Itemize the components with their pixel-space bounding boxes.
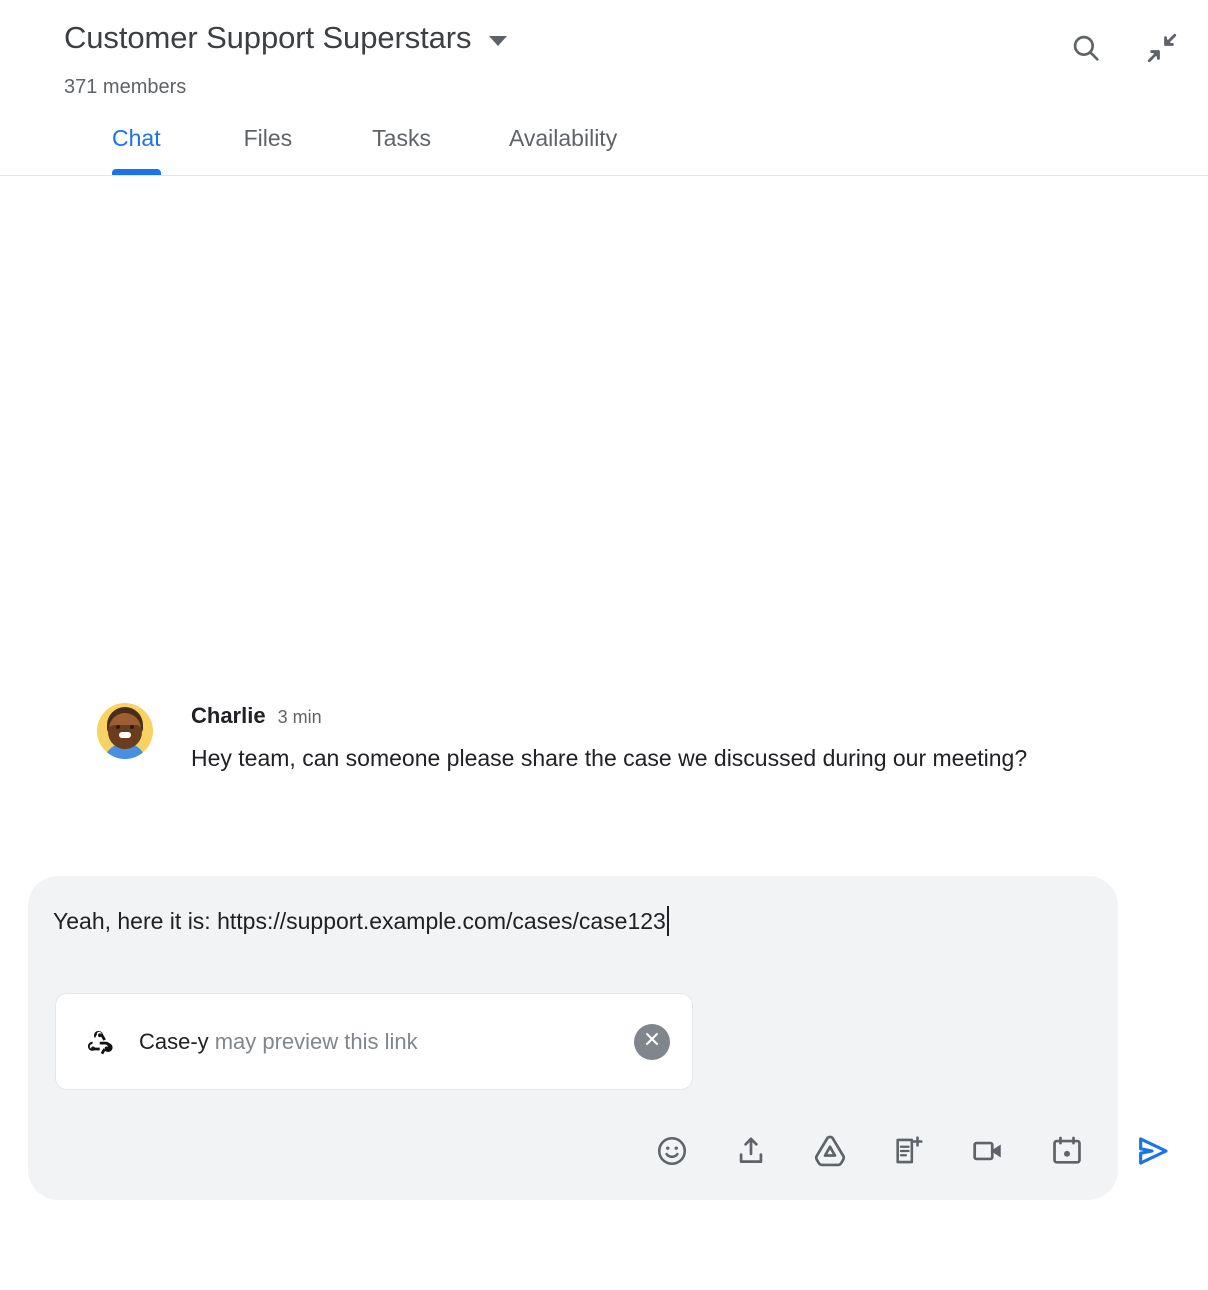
tab-tasks-label: Tasks [372, 125, 431, 151]
message-meta: Charlie 3 min [191, 703, 1097, 729]
webhook-icon [84, 1026, 116, 1058]
message-timestamp: 3 min [277, 707, 322, 727]
message-text: Hey team, can someone please share the c… [191, 745, 1028, 771]
compose-toolbar [0, 1124, 1208, 1182]
link-preview-app-name: Case-y [139, 1028, 209, 1054]
member-count: 371 members [64, 76, 187, 98]
calendar-button[interactable] [1038, 1124, 1096, 1182]
message-body: Charlie 3 min Hey team, can someone plea… [191, 703, 1097, 778]
tab-availability-label: Availability [508, 125, 618, 151]
emoji-button[interactable] [643, 1124, 701, 1182]
header-divider [0, 175, 1208, 176]
space-title-row[interactable]: Customer Support Superstars [64, 16, 508, 60]
link-preview-text: Case-y may preview this link [139, 1028, 418, 1056]
collapse-icon [1145, 31, 1179, 70]
drive-icon [812, 1133, 848, 1174]
send-icon [1134, 1132, 1172, 1175]
collapse-button[interactable] [1138, 26, 1186, 74]
new-doc-icon [892, 1134, 926, 1173]
emoji-icon [655, 1134, 689, 1173]
avatar-mouth [119, 732, 131, 738]
close-icon [642, 1029, 662, 1054]
avatar[interactable] [97, 703, 153, 759]
tab-availability[interactable]: Availability [509, 122, 617, 154]
drive-button[interactable] [801, 1124, 859, 1182]
space-tabs: Chat Files Tasks Availability [0, 122, 617, 176]
new-document-button[interactable] [880, 1124, 938, 1182]
calendar-icon [1050, 1134, 1084, 1173]
upload-icon [734, 1134, 768, 1173]
message-item: Charlie 3 min Hey team, can someone plea… [97, 703, 1097, 778]
video-icon [971, 1134, 1005, 1173]
space-header: Customer Support Superstars 371 members [0, 0, 1208, 176]
tab-files-label: Files [243, 125, 293, 151]
search-icon [1069, 31, 1103, 70]
compose-input-row[interactable]: Yeah, here it is: https://support.exampl… [53, 904, 1094, 938]
video-meeting-button[interactable] [959, 1124, 1017, 1182]
chat-space-panel: Customer Support Superstars 371 members [0, 0, 1208, 1290]
tab-files[interactable]: Files [244, 122, 293, 154]
avatar-eye-right [130, 725, 134, 729]
tab-chat[interactable]: Chat [112, 122, 161, 176]
link-preview-card[interactable]: Case-y may preview this link [55, 993, 693, 1090]
tab-chat-label: Chat [112, 125, 161, 151]
text-caret [666, 906, 669, 936]
search-button[interactable] [1062, 26, 1110, 74]
upload-button[interactable] [722, 1124, 780, 1182]
tab-tasks[interactable]: Tasks [372, 122, 431, 154]
link-preview-close-button[interactable] [634, 1023, 670, 1060]
chevron-down-icon[interactable] [489, 36, 508, 46]
header-actions [1062, 26, 1186, 74]
page-title: Customer Support Superstars [64, 20, 472, 55]
avatar-eye-left [116, 725, 120, 729]
link-preview-note: may preview this link [214, 1028, 418, 1054]
compose-input[interactable]: Yeah, here it is: https://support.exampl… [53, 904, 666, 938]
send-button[interactable] [1124, 1124, 1182, 1182]
message-sender: Charlie [191, 703, 266, 728]
